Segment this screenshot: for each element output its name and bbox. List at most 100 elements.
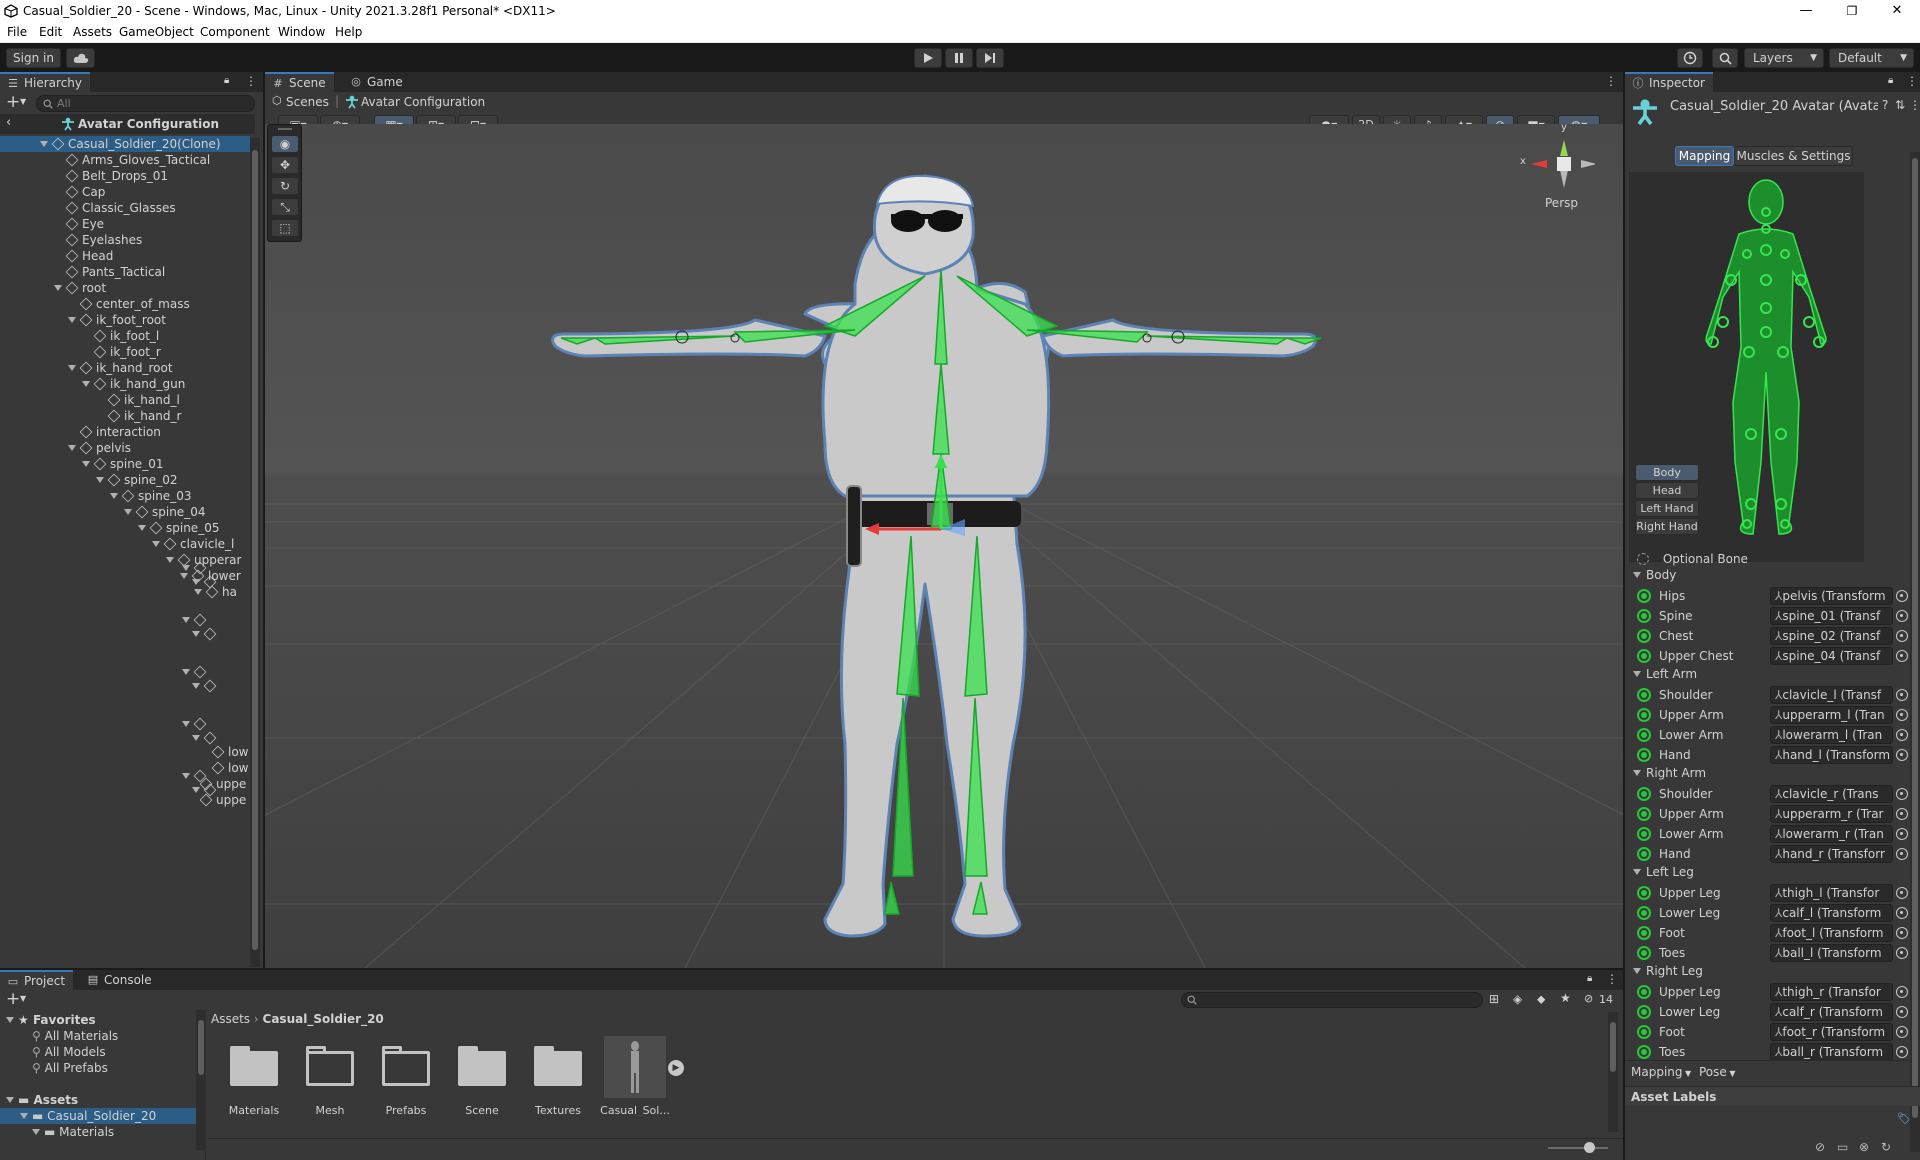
expand-arrow-icon[interactable] bbox=[96, 477, 104, 483]
back-arrow-icon[interactable]: ‹ bbox=[6, 115, 11, 130]
pause-button[interactable] bbox=[945, 48, 973, 68]
expand-arrow-icon[interactable] bbox=[68, 445, 76, 451]
bone-transform-field[interactable]: ⅄upperarm_l (Tran bbox=[1770, 706, 1893, 724]
object-picker-icon[interactable] bbox=[1896, 630, 1908, 642]
lock-icon[interactable]: 🔒︎ bbox=[1888, 75, 1893, 86]
menu-help[interactable]: Help bbox=[335, 25, 362, 39]
hierarchy-item[interactable]: Eyelashes bbox=[54, 232, 142, 248]
hierarchy-item[interactable]: uppe bbox=[199, 792, 246, 808]
hierarchy-item[interactable]: pelvis bbox=[68, 440, 131, 456]
hierarchy-search-input[interactable]: All bbox=[36, 95, 255, 112]
object-picker-icon[interactable] bbox=[1896, 927, 1908, 939]
breadcrumb-casual-soldier-20[interactable]: Casual_Soldier_20 bbox=[263, 1012, 384, 1026]
object-picker-icon[interactable] bbox=[1896, 808, 1908, 820]
expand-arrow-icon[interactable] bbox=[182, 721, 190, 727]
expand-arrow-icon[interactable] bbox=[192, 683, 200, 689]
bone-transform-field[interactable]: ⅄upperarm_r (Trar bbox=[1770, 805, 1893, 823]
hierarchy-item[interactable] bbox=[192, 626, 220, 642]
expand-arrow-icon[interactable] bbox=[192, 787, 200, 793]
expand-arrow-icon[interactable] bbox=[182, 617, 190, 623]
chevron-down-icon[interactable]: ▼ bbox=[20, 97, 26, 106]
layers-dropdown[interactable]: Layers ▼ bbox=[1744, 48, 1824, 68]
bone-transform-field[interactable]: ⅄calf_r (Transform bbox=[1770, 1003, 1893, 1021]
bone-transform-field[interactable]: ⅄spine_02 (Transf bbox=[1770, 627, 1893, 645]
hierarchy-item[interactable]: ik_hand_l bbox=[96, 392, 180, 408]
mapping-dropdown[interactable]: Mapping ▼ bbox=[1631, 1065, 1691, 1079]
bone-transform-field[interactable]: ⅄lowerarm_r (Tran bbox=[1770, 825, 1893, 843]
breadcrumb-scenes[interactable]: Scenes bbox=[286, 95, 329, 109]
asset-model-casual-soldier[interactable] bbox=[604, 1036, 666, 1098]
mapping-group-header[interactable]: Left Arm bbox=[1633, 667, 1697, 681]
favorite-all-models[interactable]: ⚲ All Models bbox=[32, 1044, 106, 1060]
object-picker-icon[interactable] bbox=[1896, 1006, 1908, 1018]
hierarchy-item[interactable]: ik_foot_l bbox=[82, 328, 159, 344]
tab-inspector[interactable]: ⓘ Inspector bbox=[1625, 72, 1713, 92]
bone-transform-field[interactable]: ⅄thigh_l (Transfor bbox=[1770, 884, 1893, 902]
favorite-all-prefabs[interactable]: ⚲ All Prefabs bbox=[32, 1060, 108, 1076]
step-button[interactable] bbox=[976, 48, 1004, 68]
hierarchy-scrollbar[interactable] bbox=[250, 138, 260, 967]
bone-transform-field[interactable]: ⅄ball_l (Transform bbox=[1770, 944, 1893, 962]
rotate-tool-button[interactable]: ↻ bbox=[271, 177, 299, 195]
tab-project[interactable]: ▭ Project bbox=[0, 970, 74, 990]
persp-label[interactable]: Persp bbox=[1545, 196, 1578, 210]
maximize-button[interactable]: ❐ bbox=[1829, 0, 1875, 22]
graphics-off-icon[interactable]: ▭ bbox=[1837, 1140, 1848, 1154]
asset-folder-prefabs[interactable] bbox=[382, 1046, 430, 1086]
object-picker-icon[interactable] bbox=[1896, 986, 1908, 998]
object-picker-icon[interactable] bbox=[1896, 689, 1908, 701]
bone-transform-field[interactable]: ⅄pelvis (Transform bbox=[1770, 587, 1893, 605]
inspector-scrollbar[interactable] bbox=[1910, 152, 1920, 1152]
hierarchy-item[interactable]: spine_01 bbox=[82, 456, 163, 472]
hierarchy-item[interactable]: ik_foot_root bbox=[68, 312, 166, 328]
minimize-button[interactable]: — bbox=[1783, 0, 1829, 22]
tab-console[interactable]: ▤ Console bbox=[80, 970, 160, 990]
expand-arrow-icon[interactable] bbox=[152, 541, 160, 547]
asset-folder-textures[interactable] bbox=[534, 1046, 582, 1086]
bone-transform-field[interactable]: ⅄hand_l (Transform bbox=[1770, 746, 1893, 764]
hierarchy-item[interactable]: Arms_Gloves_Tactical bbox=[54, 152, 210, 168]
lock-icon[interactable]: 🔒︎ bbox=[224, 75, 229, 86]
hierarchy-item[interactable]: Head bbox=[54, 248, 113, 264]
bone-transform-field[interactable]: ⅄thigh_r (Transfor bbox=[1770, 983, 1893, 1001]
expand-arrow-icon[interactable] bbox=[68, 317, 76, 323]
bone-transform-field[interactable]: ⅄spine_04 (Transf bbox=[1770, 647, 1893, 665]
tree-materials[interactable]: ▬ Materials bbox=[32, 1124, 114, 1140]
hierarchy-item[interactable]: spine_04 bbox=[124, 504, 205, 520]
tab-hierarchy[interactable]: ☰ Hierarchy bbox=[0, 72, 91, 92]
favorites-header[interactable]: ★ Favorites bbox=[6, 1012, 96, 1028]
search-by-type-icon[interactable]: ⊞ bbox=[1489, 992, 1499, 1006]
tab-muscles-settings[interactable]: Muscles & Settings bbox=[1734, 146, 1853, 166]
object-picker-icon[interactable] bbox=[1896, 788, 1908, 800]
network-off-icon[interactable]: ⊘ bbox=[1815, 1140, 1825, 1154]
hierarchy-item[interactable]: ik_hand_r bbox=[96, 408, 181, 424]
menu-edit[interactable]: Edit bbox=[39, 25, 62, 39]
object-picker-icon[interactable] bbox=[1896, 887, 1908, 899]
hierarchy-item[interactable] bbox=[192, 678, 220, 694]
layout-dropdown[interactable]: Default ▼ bbox=[1829, 48, 1914, 68]
hierarchy-item[interactable]: Pants_Tactical bbox=[54, 264, 165, 280]
object-picker-icon[interactable] bbox=[1896, 749, 1908, 761]
object-picker-icon[interactable] bbox=[1896, 947, 1908, 959]
expand-arrow-icon[interactable] bbox=[124, 509, 132, 515]
expand-arrow-icon[interactable] bbox=[182, 773, 190, 779]
more-options-icon[interactable]: ⋮ bbox=[1606, 972, 1618, 986]
search-button[interactable] bbox=[1712, 48, 1738, 68]
expand-arrow-icon[interactable] bbox=[138, 525, 146, 531]
hierarchy-item[interactable]: spine_03 bbox=[110, 488, 191, 504]
hierarchy-item[interactable]: uppe bbox=[199, 776, 246, 792]
hierarchy-item[interactable]: Casual_Soldier_20(Clone) bbox=[0, 136, 250, 152]
expand-arrow-icon[interactable] bbox=[192, 631, 200, 637]
mapping-group-header[interactable]: Body bbox=[1633, 568, 1676, 582]
bone-transform-field[interactable]: ⅄lowerarm_l (Tran bbox=[1770, 726, 1893, 744]
mapping-group-header[interactable]: Right Arm bbox=[1633, 766, 1706, 780]
history-button[interactable] bbox=[1677, 48, 1703, 68]
object-picker-icon[interactable] bbox=[1896, 828, 1908, 840]
bone-transform-field[interactable]: ⅄ball_r (Transform bbox=[1770, 1043, 1893, 1061]
thumbnail-size-slider[interactable] bbox=[1548, 1142, 1608, 1153]
hierarchy-scroll-thumb[interactable] bbox=[252, 150, 258, 950]
asset-folder-scene[interactable] bbox=[458, 1046, 506, 1086]
expand-arrow-icon[interactable] bbox=[192, 735, 200, 741]
debug-icon[interactable]: ⊗ bbox=[1859, 1140, 1869, 1154]
asset-folder-mesh[interactable] bbox=[306, 1046, 354, 1086]
